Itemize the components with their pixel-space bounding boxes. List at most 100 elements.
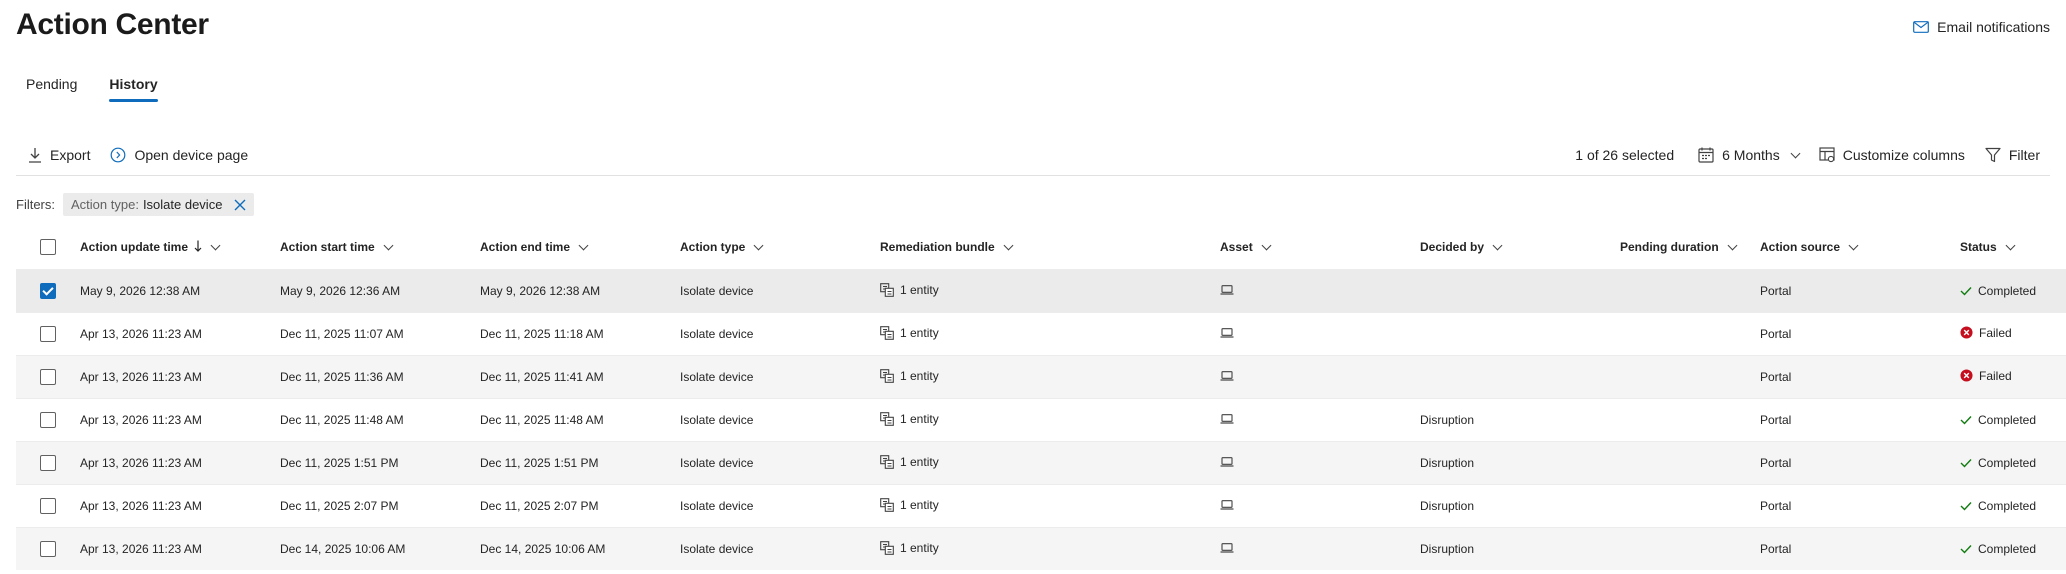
laptop-icon [1220,543,1234,553]
filter-pill-key: Action type: [71,197,139,212]
action-end-time-cell: May 9, 2026 12:38 AM [480,269,680,313]
row-checkbox[interactable] [40,455,56,471]
calendar-icon [1698,147,1714,163]
column-header-label: Decided by [1420,240,1485,254]
column-header[interactable]: Asset [1220,225,1420,270]
asset-cell[interactable] [1220,355,1420,399]
action-start-time-cell: May 9, 2026 12:36 AM [280,269,480,313]
tab-pending[interactable]: Pending [16,68,87,102]
chevron-down-icon [753,240,764,250]
action-source-cell: Portal [1760,484,1960,528]
table-row[interactable]: May 9, 2026 12:38 AM May 9, 2026 12:36 AM… [16,269,2066,313]
export-label: Export [50,147,91,163]
remediation-bundle-cell[interactable]: 1 entity [880,527,1220,570]
row-checkbox[interactable] [40,369,56,385]
action-update-time-cell: Apr 13, 2026 11:23 AM [80,527,280,570]
action-update-time-cell: Apr 13, 2026 11:23 AM [80,484,280,528]
table-row[interactable]: Apr 13, 2026 11:23 AM Dec 11, 2025 2:07 P… [16,484,2066,528]
time-range-dropdown[interactable]: 6 Months [1688,139,1809,171]
asset-cell[interactable] [1220,312,1420,356]
laptop-icon [1220,457,1234,467]
remediation-bundle-cell[interactable]: 1 entity [880,312,1220,356]
export-button[interactable]: Export [16,139,100,171]
status-label: Completed [1978,412,2037,427]
sort-descending-arrow-icon [194,240,202,255]
asset-cell[interactable] [1220,269,1420,313]
remediation-bundle-cell[interactable]: 1 entity [880,484,1220,528]
asset-cell[interactable] [1220,527,1420,570]
pending-duration-cell [1620,312,1760,356]
row-checkbox[interactable] [40,541,56,557]
history-table: Action update time Action start time Act… [16,225,2066,570]
table-row[interactable]: Apr 13, 2026 11:23 AM Dec 14, 2025 10:06 … [16,527,2066,570]
column-header[interactable]: Decided by [1420,225,1620,270]
column-header[interactable]: Action end time [480,225,680,270]
filter-button[interactable]: Filter [1975,139,2050,171]
row-checkbox[interactable] [40,326,56,342]
bundle-icon [880,497,894,512]
bundle-label: 1 entity [900,325,939,340]
action-source-cell: Portal [1760,398,1960,442]
tab-history[interactable]: History [99,68,167,102]
checkmark-icon [1960,544,1972,554]
laptop-icon [1220,285,1234,295]
pending-duration-cell [1620,441,1760,485]
column-header[interactable]: Pending duration [1620,225,1760,270]
action-update-time-cell: Apr 13, 2026 11:23 AM [80,355,280,399]
remediation-bundle-cell[interactable]: 1 entity [880,355,1220,399]
open-device-page-label: Open device page [134,147,249,163]
filter-pill-action-type: Action type: Isolate device [63,193,255,216]
decided-by-cell: Disruption [1420,398,1620,442]
column-header-label: Action update time [80,240,189,254]
column-header[interactable]: Action source [1760,225,1960,270]
status-label: Completed [1978,498,2037,513]
status-cell: Completed [1960,269,2066,313]
action-update-time-cell: Apr 13, 2026 11:23 AM [80,441,280,485]
column-header[interactable]: Action update time [80,225,280,270]
chevron-down-icon [383,240,394,250]
filter-label: Filter [2008,147,2040,163]
status-cell: Completed [1960,441,2066,485]
column-header[interactable]: Remediation bundle [880,225,1220,270]
open-device-page-button[interactable]: Open device page [100,139,258,171]
column-header[interactable]: Action type [680,225,880,270]
chevron-down-icon [1848,240,1859,250]
action-source-cell: Portal [1760,527,1960,570]
action-start-time-cell: Dec 11, 2025 11:07 AM [280,312,480,356]
asset-cell[interactable] [1220,441,1420,485]
customize-columns-button[interactable]: Customize columns [1809,139,1975,171]
time-range-label: 6 Months [1722,147,1780,163]
asset-cell[interactable] [1220,484,1420,528]
action-update-time-cell: Apr 13, 2026 11:23 AM [80,312,280,356]
column-header[interactable]: Action start time [280,225,480,270]
remediation-bundle-cell[interactable]: 1 entity [880,269,1220,313]
email-notifications-label: Email notifications [1937,19,2050,35]
select-all-checkbox[interactable] [40,239,56,255]
table-row[interactable]: Apr 13, 2026 11:23 AM Dec 11, 2025 1:51 P… [16,441,2066,485]
remediation-bundle-cell[interactable]: 1 entity [880,398,1220,442]
failed-status-icon [1960,369,1973,382]
action-start-time-cell: Dec 11, 2025 1:51 PM [280,441,480,485]
table-row[interactable]: Apr 13, 2026 11:23 AM Dec 11, 2025 11:07 … [16,312,2066,356]
table-body: May 9, 2026 12:38 AM May 9, 2026 12:36 AM… [16,269,2066,570]
email-notifications-button[interactable]: Email notifications [1913,19,2050,35]
pending-duration-cell [1620,484,1760,528]
decided-by-cell [1420,312,1620,356]
pending-duration-cell [1620,527,1760,570]
action-source-cell: Portal [1760,355,1960,399]
remove-filter-close-icon[interactable] [234,199,246,211]
table-row[interactable]: Apr 13, 2026 11:23 AM Dec 11, 2025 11:36 … [16,355,2066,399]
laptop-icon [1220,500,1234,510]
asset-cell[interactable] [1220,398,1420,442]
remediation-bundle-cell[interactable]: 1 entity [880,441,1220,485]
row-checkbox[interactable] [40,498,56,514]
decided-by-cell: Disruption [1420,441,1620,485]
bundle-icon [880,368,894,383]
table-row[interactable]: Apr 13, 2026 11:23 AM Dec 11, 2025 11:48 … [16,398,2066,442]
status-cell: Completed [1960,398,2066,442]
active-filters: Filters: Action type: Isolate device [16,193,255,216]
action-source-cell: Portal [1760,312,1960,356]
column-header[interactable]: Status [1960,225,2066,270]
row-checkbox[interactable] [40,283,56,299]
row-checkbox[interactable] [40,412,56,428]
